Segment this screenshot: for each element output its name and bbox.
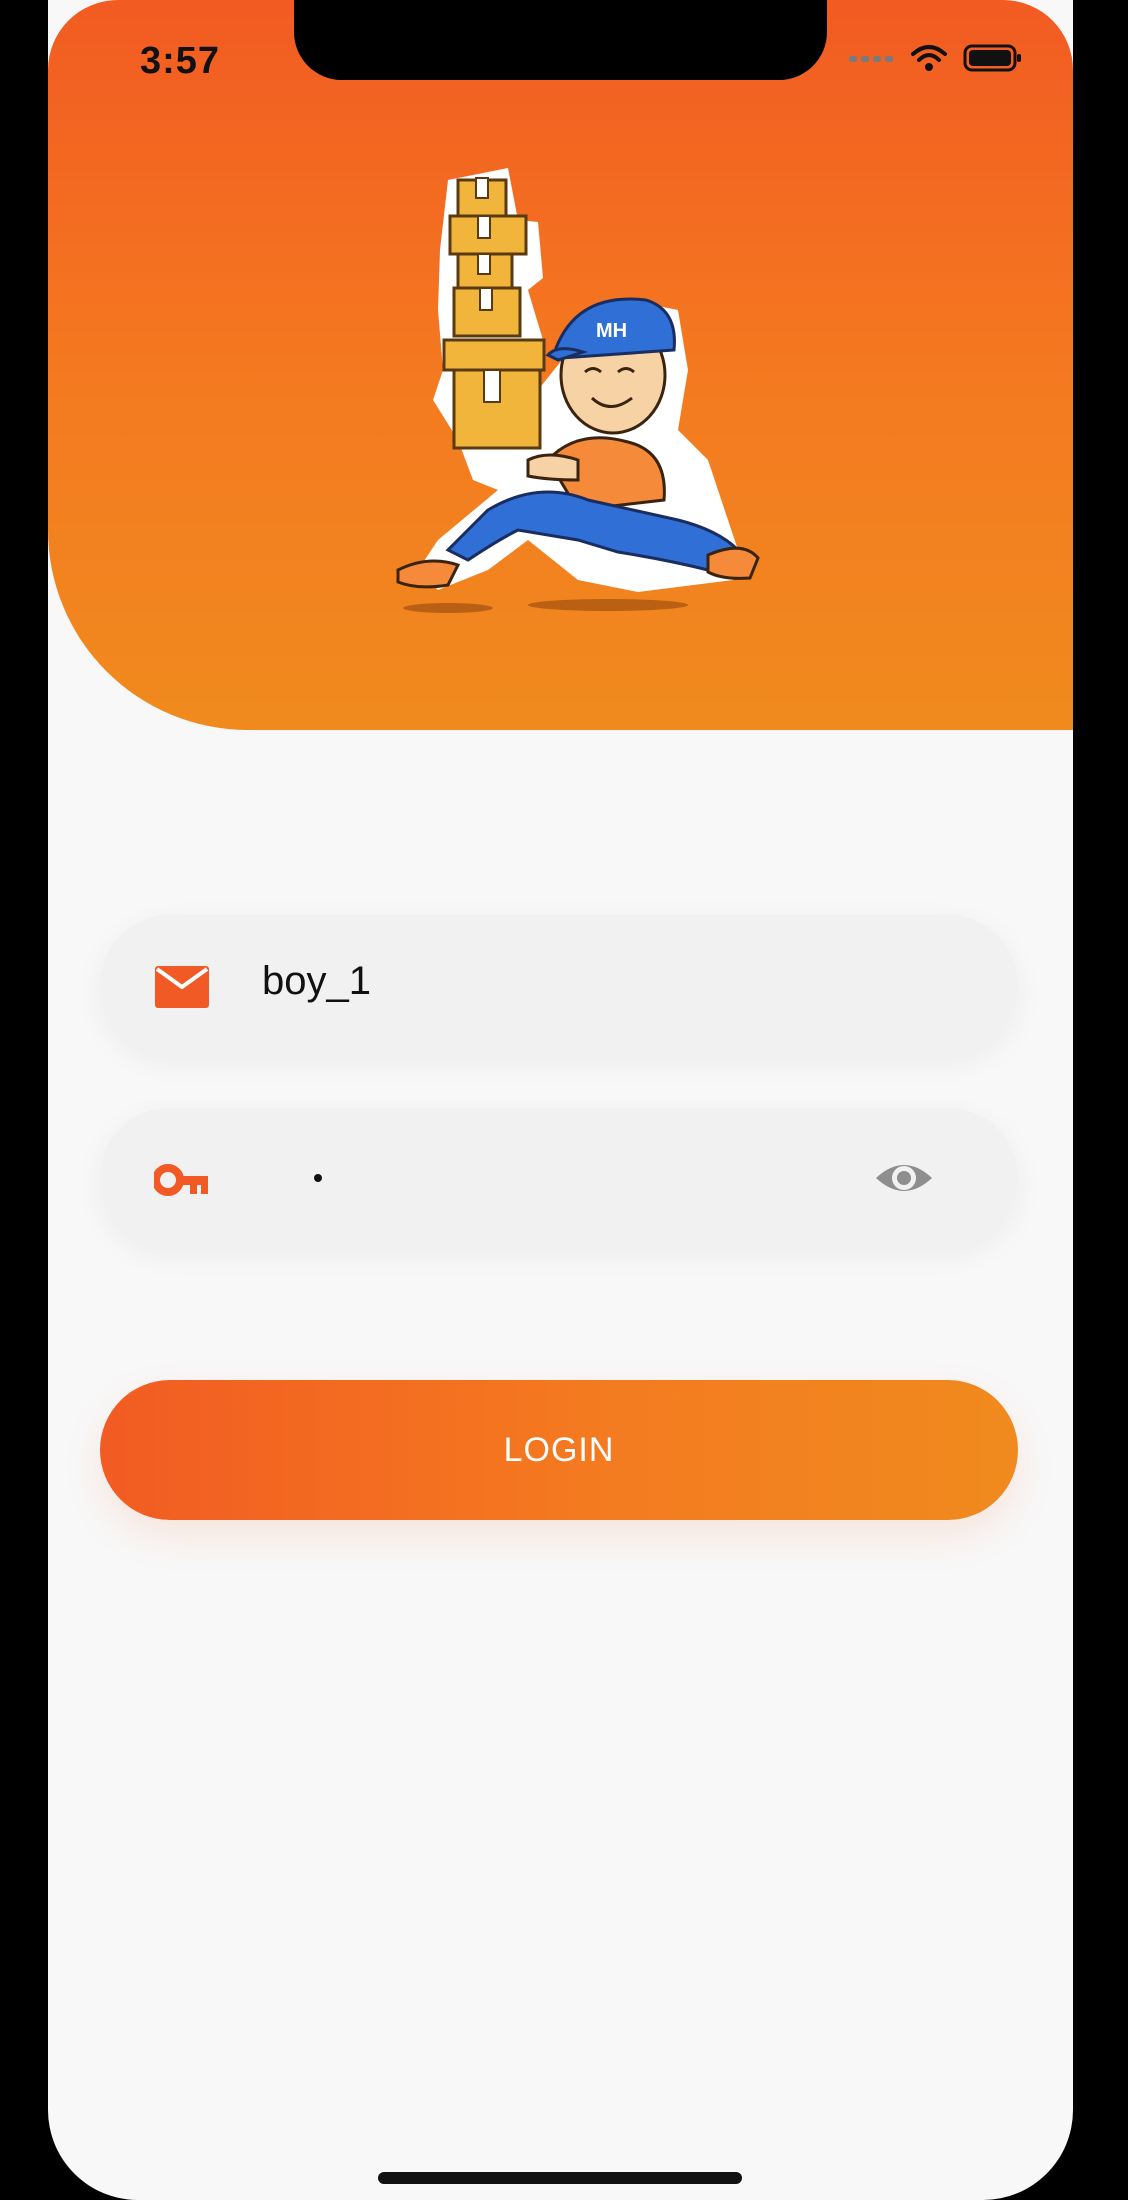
battery-icon	[963, 44, 1021, 72]
phone-screen: MH 3:57 boy_1 LOGIN	[48, 0, 1073, 2200]
login-button[interactable]: LOGIN	[100, 1380, 1018, 1520]
key-icon	[154, 1164, 208, 1196]
device-notch	[294, 0, 827, 80]
email-field[interactable]: boy_1	[100, 915, 1018, 1055]
eye-icon[interactable]	[874, 1156, 934, 1200]
password-masked-value[interactable]	[314, 1174, 322, 1182]
header-banner: MH	[48, 0, 1073, 730]
mail-icon	[155, 966, 209, 1008]
status-icons	[849, 44, 1023, 72]
delivery-illustration: MH	[378, 160, 828, 630]
home-indicator[interactable]	[378, 2172, 742, 2184]
email-value[interactable]: boy_1	[262, 959, 371, 1004]
cap-text: MH	[596, 320, 627, 342]
status-time: 3:57	[140, 40, 221, 82]
signal-icon	[849, 56, 893, 62]
password-field[interactable]	[100, 1108, 1018, 1248]
wifi-icon	[911, 45, 947, 71]
